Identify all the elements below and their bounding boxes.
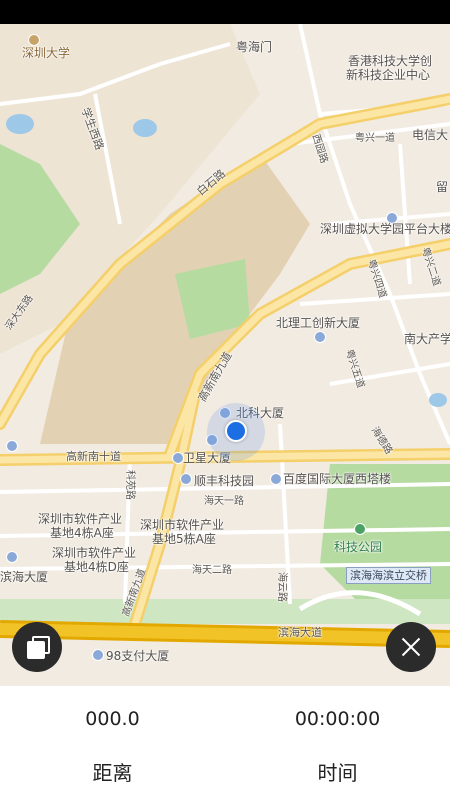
- distance-value: 000.0: [85, 708, 140, 730]
- time-value: 00:00:00: [294, 708, 381, 730]
- map-label: 深圳大学: [22, 46, 71, 60]
- map-label: 深圳虚拟大学园平台大楼: [320, 222, 450, 236]
- layers-button[interactable]: [12, 622, 62, 672]
- poi-icon: [314, 331, 326, 343]
- map-label: 深圳市软件产业: [140, 518, 225, 532]
- map-label: 基地4栋D座: [64, 560, 129, 574]
- map-label: 粤海门: [236, 40, 273, 54]
- map-label: 南大产学: [404, 332, 450, 346]
- close-button[interactable]: [386, 622, 436, 672]
- map-label: 深圳市软件产业: [38, 512, 123, 526]
- distance-label: 距离: [92, 761, 133, 785]
- map-label: 顺丰科技园: [194, 474, 255, 488]
- road-label: 粤兴一道: [355, 133, 395, 144]
- road-label: 海天一路: [204, 496, 244, 507]
- road-label: 海云路: [276, 572, 287, 602]
- map-view[interactable]: 深圳大学 粤海门 香港科技大学创 新科技企业中心 学生西路 白石路 西园路 粤兴…: [0, 24, 450, 686]
- poi-icon: [6, 440, 18, 452]
- road-label: 科苑路: [124, 470, 135, 500]
- map-label: 新科技企业中心: [346, 68, 431, 82]
- bridge-label: 滨海海滨立交桥: [346, 567, 431, 584]
- current-location-marker[interactable]: [225, 420, 247, 442]
- map-label: 98支付大厦: [106, 649, 170, 663]
- stats-panel: 000.0 00:00:00 距离 时间: [0, 686, 450, 800]
- map-label: 滨海大厦: [0, 570, 49, 584]
- map-label: 科技公园: [334, 540, 383, 554]
- map-label: 香港科技大学创: [348, 54, 433, 68]
- time-label: 时间: [317, 761, 358, 785]
- map-label: 基地5栋A座: [152, 532, 216, 546]
- park-icon: [354, 523, 366, 535]
- status-bar: [0, 0, 450, 24]
- map-label: 基地4栋A座: [50, 526, 114, 540]
- road-label: 海天二路: [192, 565, 232, 576]
- layers-icon: [27, 641, 45, 659]
- university-icon: [28, 34, 40, 46]
- poi-icon: [92, 649, 104, 661]
- road-label: 滨海大道: [278, 626, 322, 639]
- green-strip: [0, 599, 450, 624]
- poi-icon: [270, 473, 282, 485]
- road-label: 高新南十道: [66, 450, 121, 463]
- map-label: 深圳市软件产业: [52, 546, 137, 560]
- map-label: 百度国际大厦西塔楼: [283, 472, 392, 486]
- poi-icon: [180, 473, 192, 485]
- map-label: 电信大: [412, 128, 449, 142]
- poi-icon: [6, 551, 18, 563]
- map-label: 留: [436, 180, 449, 194]
- map-label: 北理工创新大厦: [276, 316, 361, 330]
